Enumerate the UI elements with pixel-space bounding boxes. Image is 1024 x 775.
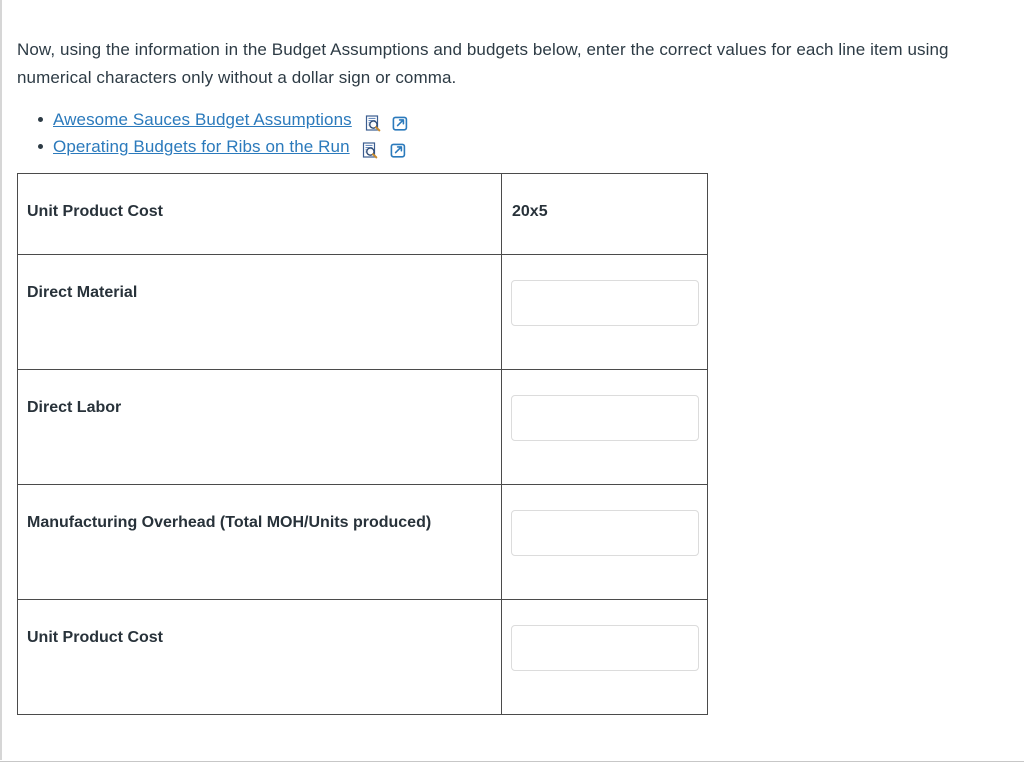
open-in-new-window-icon[interactable]	[390, 142, 407, 159]
bullet-marker	[38, 117, 43, 122]
header-cell-year: 20x5	[501, 173, 708, 255]
header-label-text: Unit Product Cost	[27, 203, 163, 220]
input-direct-labor[interactable]	[511, 395, 699, 441]
footer-divider	[0, 761, 1024, 762]
table-row: Direct Labor	[17, 369, 708, 485]
list-item: Awesome Sauces Budget Assumptions	[17, 106, 1007, 133]
link-awesome-sauces-budget-assumptions[interactable]: Awesome Sauces Budget Assumptions	[53, 110, 352, 129]
row-value-cell-manufacturing-overhead	[501, 484, 708, 600]
row-label-unit-product-cost: Unit Product Cost	[27, 629, 163, 646]
resource-link-list: Awesome Sauces Budget Assumptions Operat…	[17, 106, 1007, 160]
row-label-cell-direct-labor: Direct Labor	[17, 369, 502, 485]
page-left-border	[0, 0, 2, 760]
table-row: Direct Material	[17, 254, 708, 370]
list-item: Operating Budgets for Ribs on the Run	[17, 133, 1007, 160]
row-value-cell-direct-material	[501, 254, 708, 370]
question-content: Now, using the information in the Budget…	[17, 0, 1007, 715]
bullet-marker	[38, 144, 43, 149]
row-label-cell-unit-product-cost: Unit Product Cost	[17, 599, 502, 715]
table-row: Manufacturing Overhead (Total MOH/Units …	[17, 484, 708, 600]
open-in-new-window-icon[interactable]	[392, 115, 409, 132]
row-label-cell-manufacturing-overhead: Manufacturing Overhead (Total MOH/Units …	[17, 484, 502, 600]
unit-product-cost-table: Unit Product Cost 20x5 Direct Material D…	[17, 173, 708, 715]
document-preview-icon[interactable]	[365, 115, 382, 132]
header-cell-label: Unit Product Cost	[17, 173, 502, 255]
table-row: Unit Product Cost	[17, 599, 708, 715]
row-label-direct-labor: Direct Labor	[27, 399, 122, 416]
input-unit-product-cost[interactable]	[511, 625, 699, 671]
header-year-text: 20x5	[512, 203, 548, 220]
input-direct-material[interactable]	[511, 280, 699, 326]
link-icon-group	[365, 109, 416, 136]
row-value-cell-direct-labor	[501, 369, 708, 485]
link-icon-group	[362, 136, 413, 163]
link-operating-budgets-ribs-on-the-run[interactable]: Operating Budgets for Ribs on the Run	[53, 137, 350, 156]
row-label-manufacturing-overhead: Manufacturing Overhead (Total MOH/Units …	[27, 514, 432, 531]
row-label-direct-material: Direct Material	[27, 284, 138, 301]
question-instructions: Now, using the information in the Budget…	[17, 40, 949, 87]
input-manufacturing-overhead[interactable]	[511, 510, 699, 556]
document-preview-icon[interactable]	[362, 142, 379, 159]
row-value-cell-unit-product-cost	[501, 599, 708, 715]
row-label-cell-direct-material: Direct Material	[17, 254, 502, 370]
table-header-row: Unit Product Cost 20x5	[17, 173, 708, 255]
